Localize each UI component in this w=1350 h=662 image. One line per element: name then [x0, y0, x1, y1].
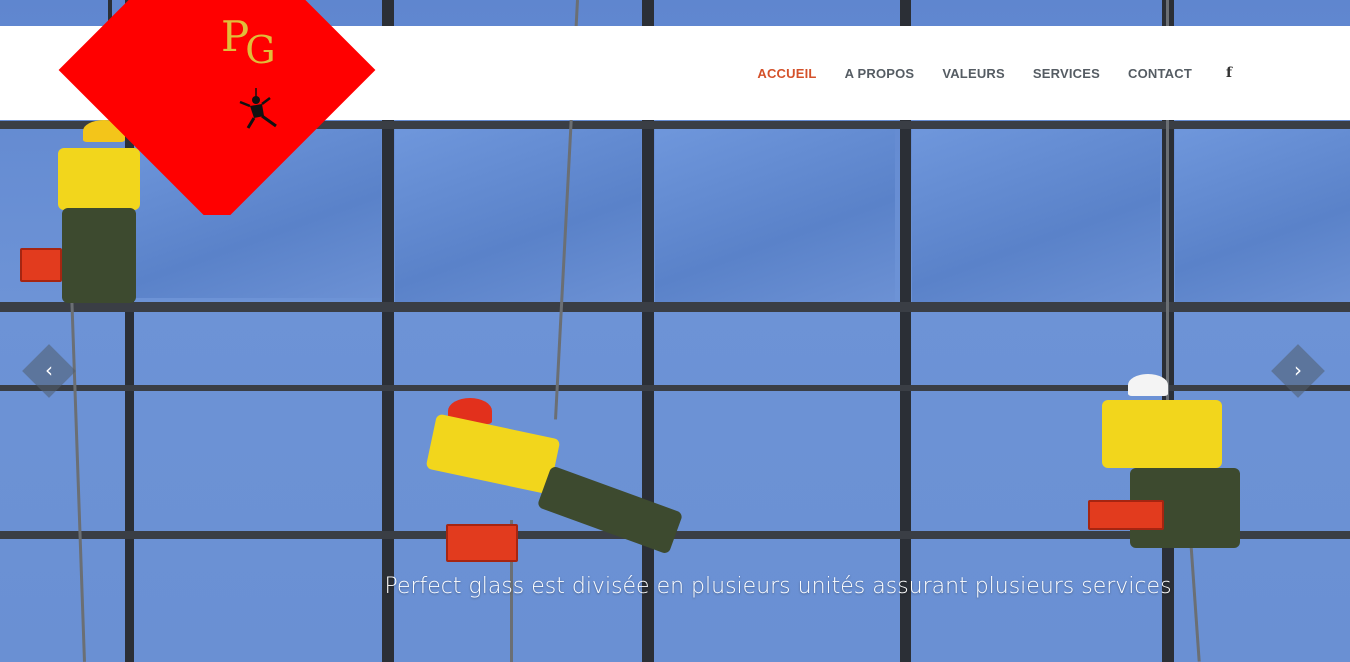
site-logo[interactable]: PG	[0, 0, 430, 215]
worker-figure	[390, 392, 700, 592]
carousel-next-button[interactable]: ›	[1271, 344, 1325, 398]
slide-caption: Perfect glass est divisée en plusieurs u…	[384, 574, 1172, 599]
nav-item-contact[interactable]: CONTACT	[1128, 66, 1192, 81]
main-nav: ACCUEIL A PROPOS VALEURS SERVICES CONTAC…	[757, 26, 1350, 120]
logo-diamond-background	[58, 0, 376, 215]
rope-climber-icon	[239, 88, 277, 129]
chevron-right-icon: ›	[1294, 358, 1302, 382]
facebook-icon[interactable]: f	[1226, 65, 1232, 81]
nav-item-a-propos[interactable]: A PROPOS	[845, 66, 915, 81]
nav-item-valeurs[interactable]: VALEURS	[942, 66, 1005, 81]
glass-pane	[395, 128, 641, 303]
worker-figure	[1088, 372, 1270, 572]
glass-pane	[912, 128, 1160, 303]
chevron-left-icon: ‹	[45, 358, 53, 382]
carousel-prev-button[interactable]: ‹	[22, 344, 76, 398]
logo-monogram: PG	[221, 12, 276, 72]
facade-transom	[0, 302, 1350, 312]
nav-item-services[interactable]: SERVICES	[1033, 66, 1100, 81]
glass-pane	[655, 128, 895, 303]
logo-letters: PG	[221, 12, 276, 72]
nav-item-accueil[interactable]: ACCUEIL	[757, 66, 816, 81]
glass-pane	[1175, 128, 1350, 303]
